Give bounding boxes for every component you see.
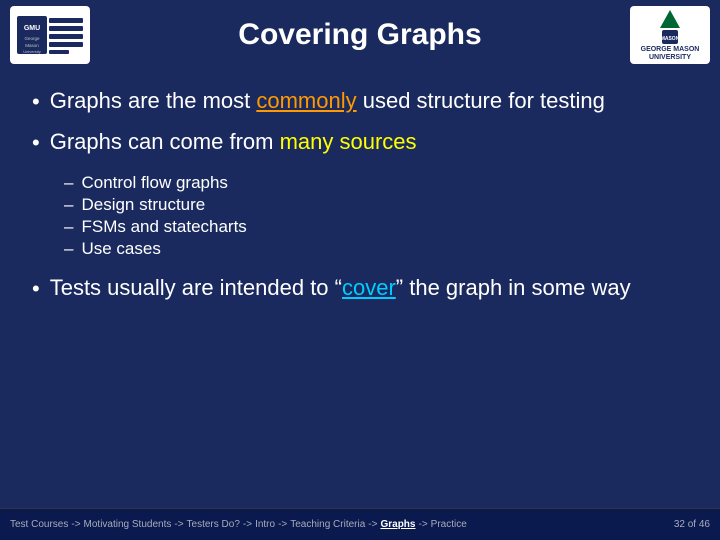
- slide: GMU George Mason University Covering Gra…: [0, 0, 720, 540]
- sub-item-3: – FSMs and statecharts: [64, 217, 688, 237]
- footer-nav: Test Courses -> Motivating Students -> T…: [10, 519, 674, 530]
- svg-text:GMU: GMU: [24, 25, 40, 32]
- sub-item-1: – Control flow graphs: [64, 173, 688, 193]
- footer-item-5-active[interactable]: Graphs: [380, 519, 415, 530]
- bullet-text-1: Graphs are the most commonly used struct…: [50, 86, 605, 116]
- footer-arrow-0: ->: [71, 519, 80, 530]
- sub-dash-1: –: [64, 173, 73, 193]
- sub-dash-4: –: [64, 239, 73, 259]
- mason-text: GEORGE MASON UNIVERSITY: [630, 46, 710, 61]
- sub-item-label-3: FSMs and statecharts: [81, 217, 246, 237]
- sub-list: – Control flow graphs – Design structure…: [64, 173, 688, 259]
- mason-logo: MASON GEORGE MASON UNIVERSITY: [630, 6, 710, 64]
- sub-dash-3: –: [64, 217, 73, 237]
- bullet-text-2: Graphs can come from many sources: [50, 127, 417, 157]
- sub-dash-2: –: [64, 195, 73, 215]
- footer-item-4[interactable]: Teaching Criteria: [290, 519, 365, 530]
- svg-text:George: George: [24, 36, 40, 41]
- footer-page-number: 32 of 46: [674, 519, 710, 530]
- footer-item-1[interactable]: Motivating Students: [84, 519, 172, 530]
- bullet-1: • Graphs are the most commonly used stru…: [32, 86, 688, 117]
- svg-text:MASON: MASON: [661, 36, 680, 42]
- bullet-icon-1: •: [32, 88, 40, 117]
- gmu-logo: GMU George Mason University: [10, 6, 90, 64]
- bullet-text-3: Tests usually are intended to “cover” th…: [50, 273, 631, 303]
- sub-item-2: – Design structure: [64, 195, 688, 215]
- slide-title: Covering Graphs: [238, 18, 481, 52]
- footer-arrow-5: ->: [418, 519, 427, 530]
- highlight-commonly: commonly: [256, 88, 356, 113]
- footer-arrow-3: ->: [278, 519, 287, 530]
- bullet-2: • Graphs can come from many sources: [32, 127, 688, 158]
- gmu-logo-svg: GMU George Mason University: [15, 14, 85, 56]
- mason-logo-svg: MASON: [644, 8, 696, 46]
- sub-item-label-2: Design structure: [81, 195, 205, 215]
- bullet-icon-3: •: [32, 275, 40, 304]
- highlight-many-sources: many sources: [280, 129, 417, 154]
- bullet-3: • Tests usually are intended to “cover” …: [32, 273, 688, 304]
- footer-item-0[interactable]: Test Courses: [10, 519, 68, 530]
- header: GMU George Mason University Covering Gra…: [0, 0, 720, 70]
- footer-arrow-2: ->: [243, 519, 252, 530]
- footer-arrow-1: ->: [174, 519, 183, 530]
- footer-item-2[interactable]: Testers Do?: [187, 519, 240, 530]
- bullet-icon-2: •: [32, 129, 40, 158]
- footer-item-6[interactable]: Practice: [431, 519, 467, 530]
- svg-text:Mason: Mason: [25, 43, 39, 48]
- sub-item-label-1: Control flow graphs: [81, 173, 227, 193]
- footer: Test Courses -> Motivating Students -> T…: [0, 508, 720, 540]
- highlight-cover: cover: [342, 275, 396, 300]
- svg-text:University: University: [23, 49, 41, 54]
- footer-item-3[interactable]: Intro: [255, 519, 275, 530]
- footer-arrow-4: ->: [368, 519, 377, 530]
- sub-item-4: – Use cases: [64, 239, 688, 259]
- sub-item-label-4: Use cases: [81, 239, 160, 259]
- main-content: • Graphs are the most commonly used stru…: [0, 70, 720, 508]
